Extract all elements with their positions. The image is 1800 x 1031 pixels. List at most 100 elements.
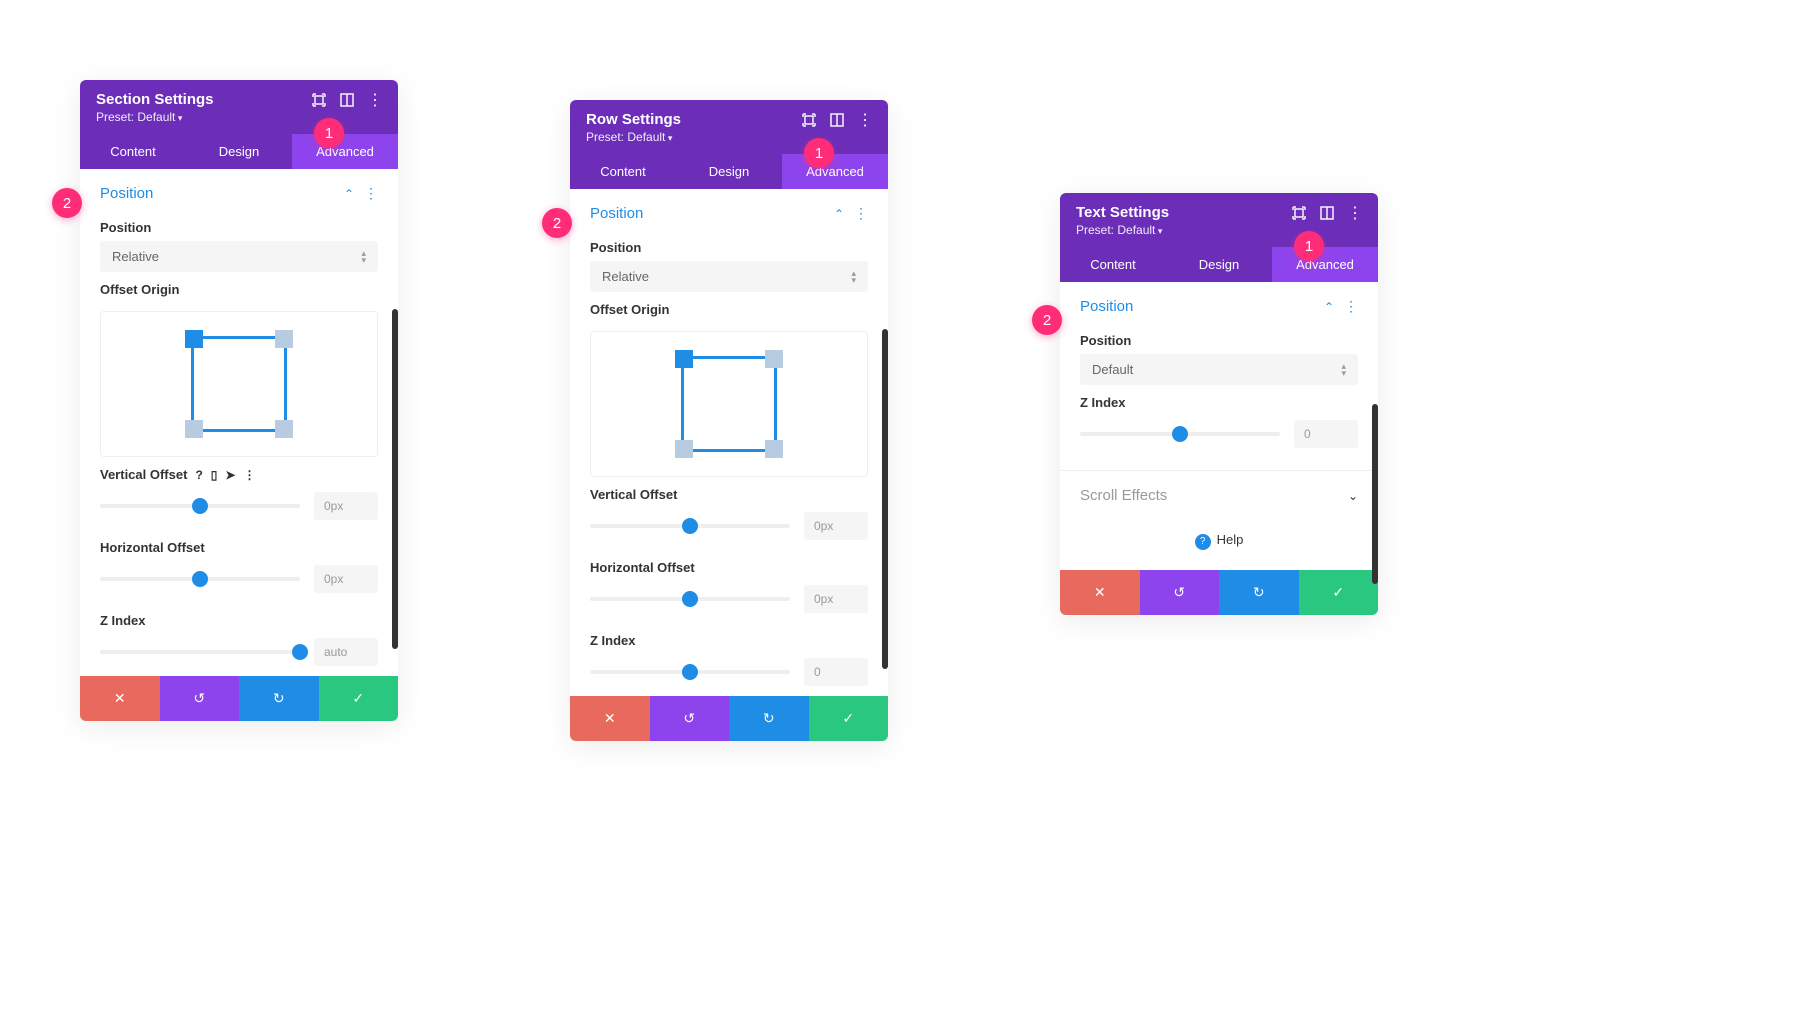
zindex-value[interactable]: auto (314, 638, 378, 666)
slider-track[interactable] (590, 524, 790, 528)
scroll-effects-section-header[interactable]: Scroll Effects ⌄ (1060, 471, 1378, 512)
section-more-icon[interactable]: ⋮ (1344, 298, 1358, 315)
preset-dropdown[interactable]: Preset: Default (80, 110, 398, 134)
anchor-top-left[interactable] (185, 330, 203, 348)
columns-icon[interactable] (1320, 206, 1334, 220)
tab-advanced[interactable]: Advanced (782, 154, 888, 189)
chevron-up-icon[interactable]: ⌃ (834, 207, 844, 221)
more-icon[interactable]: ⋮ (1348, 206, 1362, 220)
expand-icon[interactable] (312, 93, 326, 107)
anchor-bottom-left[interactable] (675, 440, 693, 458)
redo-button[interactable]: ↻ (1219, 570, 1299, 615)
slider-thumb[interactable] (682, 518, 698, 534)
slider-thumb[interactable] (292, 644, 308, 660)
redo-button[interactable]: ↻ (239, 676, 319, 721)
more-icon[interactable]: ⋮ (858, 113, 872, 127)
section-more-icon[interactable]: ⋮ (364, 185, 378, 202)
anchor-top-left[interactable] (675, 350, 693, 368)
slider-thumb[interactable] (682, 591, 698, 607)
tab-design[interactable]: Design (676, 154, 782, 189)
slider-thumb[interactable] (1172, 426, 1188, 442)
tabs: Content Design Advanced (80, 134, 398, 169)
offset-origin-label: Offset Origin (80, 272, 398, 303)
scrollbar[interactable] (882, 329, 888, 669)
select-caret-icon: ▴▾ (1341, 363, 1346, 376)
position-select[interactable]: Relative ▴▾ (100, 241, 378, 272)
help-icon[interactable]: ? (195, 468, 202, 482)
section-more-icon[interactable]: ⋮ (854, 205, 868, 222)
position-select[interactable]: Relative ▴▾ (590, 261, 868, 292)
panel-body: Position ⌃⋮ Position Relative ▴▾ Offset … (570, 189, 888, 696)
horizontal-offset-value[interactable]: 0px (314, 565, 378, 593)
vertical-offset-value[interactable]: 0px (314, 492, 378, 520)
position-select-value: Relative (112, 249, 159, 264)
zindex-value[interactable]: 0 (804, 658, 868, 686)
anchor-bottom-right[interactable] (275, 420, 293, 438)
scrollbar[interactable] (392, 309, 398, 649)
undo-button[interactable]: ↺ (160, 676, 240, 721)
chevron-up-icon[interactable]: ⌃ (344, 187, 354, 201)
tab-advanced[interactable]: Advanced (292, 134, 398, 169)
save-button[interactable]: ✓ (1299, 570, 1379, 615)
slider-track[interactable] (590, 597, 790, 601)
offset-origin-control[interactable] (590, 331, 868, 477)
tab-advanced[interactable]: Advanced (1272, 247, 1378, 282)
position-select[interactable]: Default ▴▾ (1080, 354, 1358, 385)
tab-content[interactable]: Content (80, 134, 186, 169)
vertical-offset-label: Vertical Offset (570, 477, 888, 508)
position-section-header[interactable]: Position ⌃ ⋮ (1060, 282, 1378, 323)
anchor-top-right[interactable] (765, 350, 783, 368)
slider-track[interactable] (100, 504, 300, 508)
anchor-top-right[interactable] (275, 330, 293, 348)
anchor-bottom-right[interactable] (765, 440, 783, 458)
help-row[interactable]: ?Help (1060, 512, 1378, 570)
vertical-offset-value[interactable]: 0px (804, 512, 868, 540)
slider-track[interactable] (1080, 432, 1280, 436)
zindex-value[interactable]: 0 (1294, 420, 1358, 448)
annotation-badge-2: 2 (542, 208, 572, 238)
preset-dropdown[interactable]: Preset: Default (1060, 223, 1378, 247)
field-more-icon[interactable]: ⋮ (243, 468, 255, 482)
columns-icon[interactable] (340, 93, 354, 107)
position-section-header[interactable]: Position ⌃⋮ (80, 169, 398, 210)
position-section-header[interactable]: Position ⌃⋮ (570, 189, 888, 230)
save-button[interactable]: ✓ (319, 676, 399, 721)
horizontal-offset-value[interactable]: 0px (804, 585, 868, 613)
preset-dropdown[interactable]: Preset: Default (570, 130, 888, 154)
slider-track[interactable] (590, 670, 790, 674)
tab-design[interactable]: Design (186, 134, 292, 169)
columns-icon[interactable] (830, 113, 844, 127)
offset-grid (681, 356, 777, 452)
slider-thumb[interactable] (192, 571, 208, 587)
panel-title: Row Settings (586, 111, 681, 128)
slider-track[interactable] (100, 577, 300, 581)
zindex-label: Z Index (80, 603, 398, 634)
anchor-bottom-left[interactable] (185, 420, 203, 438)
chevron-down-icon[interactable]: ⌄ (1348, 489, 1358, 503)
redo-button[interactable]: ↻ (729, 696, 809, 741)
more-icon[interactable]: ⋮ (368, 93, 382, 107)
cancel-button[interactable]: ✕ (570, 696, 650, 741)
position-section-title: Position (1080, 298, 1133, 315)
panel-title: Text Settings (1076, 204, 1169, 221)
cancel-button[interactable]: ✕ (1060, 570, 1140, 615)
scrollbar[interactable] (1372, 404, 1378, 584)
tabs: Content Design Advanced (570, 154, 888, 189)
save-button[interactable]: ✓ (809, 696, 889, 741)
tab-design[interactable]: Design (1166, 247, 1272, 282)
annotation-badge-1: 1 (314, 118, 344, 148)
offset-origin-control[interactable] (100, 311, 378, 457)
hover-icon[interactable]: ➤ (225, 468, 235, 482)
tab-content[interactable]: Content (570, 154, 676, 189)
tab-content[interactable]: Content (1060, 247, 1166, 282)
undo-button[interactable]: ↺ (1140, 570, 1220, 615)
responsive-icon[interactable]: ▯ (211, 468, 218, 482)
undo-button[interactable]: ↺ (650, 696, 730, 741)
expand-icon[interactable] (802, 113, 816, 127)
slider-thumb[interactable] (192, 498, 208, 514)
chevron-up-icon[interactable]: ⌃ (1324, 300, 1334, 314)
cancel-button[interactable]: ✕ (80, 676, 160, 721)
expand-icon[interactable] (1292, 206, 1306, 220)
slider-thumb[interactable] (682, 664, 698, 680)
slider-track[interactable] (100, 650, 300, 654)
